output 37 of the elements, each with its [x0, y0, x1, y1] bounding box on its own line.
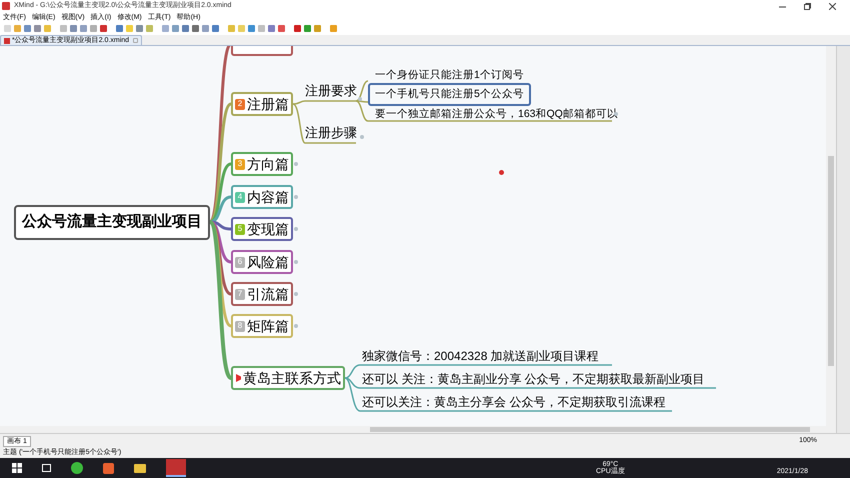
- restore-icon[interactable]: [804, 2, 811, 10]
- vertical-scrollbar[interactable]: [826, 46, 836, 433]
- central-topic[interactable]: 公众号流量主变现副业项目: [14, 205, 210, 240]
- topic-node[interactable]: 黄岛主联系方式: [231, 366, 345, 390]
- subtopic[interactable]: 注册要求: [305, 84, 357, 97]
- browser-app-icon[interactable]: [71, 462, 83, 474]
- topic-node[interactable]: 4 内容篇: [231, 185, 293, 209]
- app-logo-icon: [2, 2, 10, 10]
- office-app-icon[interactable]: [103, 462, 114, 474]
- close-icon[interactable]: [829, 2, 836, 10]
- number-badge: 7: [235, 288, 245, 300]
- number-badge: 6: [235, 256, 245, 268]
- number-badge: 4: [235, 192, 245, 202]
- folder-icon[interactable]: [134, 464, 146, 472]
- file-icon: [4, 38, 10, 44]
- flag-icon: [235, 373, 241, 383]
- subtopic[interactable]: 注册步骤: [305, 126, 357, 139]
- number-badge: 5: [235, 224, 245, 234]
- leaf-topic[interactable]: 还可以关注：黄岛主分享会 公众号，不定期获取引流课程: [362, 396, 666, 408]
- xmind-app-icon[interactable]: [166, 459, 186, 477]
- task-view-icon[interactable]: [42, 464, 51, 472]
- number-badge: 8: [235, 320, 245, 332]
- horizontal-scrollbar[interactable]: [0, 426, 826, 433]
- topic-node[interactable]: 5 变现篇: [231, 217, 293, 241]
- topic-node[interactable]: 8 矩阵篇: [231, 314, 293, 338]
- topic-node[interactable]: 7 引流篇: [231, 282, 293, 306]
- leaf-topic[interactable]: 一个手机号只能注册5个公众号: [368, 83, 531, 106]
- number-badge: 2: [235, 98, 245, 110]
- leaf-topic[interactable]: 还可以 关注：黄岛主副业分享 公众号，不定期获取最新副业项目: [362, 373, 705, 385]
- topic-node[interactable]: 6 风险篇: [231, 250, 293, 274]
- toolbar-tool-icon[interactable]: [330, 25, 337, 32]
- topic-node[interactable]: 2 注册篇: [231, 92, 293, 116]
- number-badge: 3: [235, 158, 245, 170]
- topic-node[interactable]: 3 方向篇: [231, 152, 293, 176]
- cursor-marker-icon: [499, 170, 504, 175]
- leaf-topic[interactable]: 独家微信号：20042328 加就送副业项目课程: [362, 350, 599, 362]
- windows-logo-icon[interactable]: [12, 463, 22, 473]
